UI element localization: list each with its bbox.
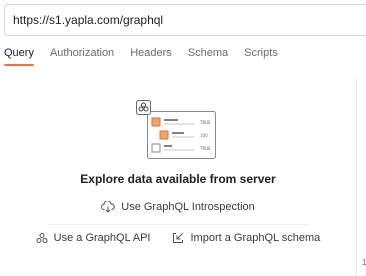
tab-authorization-label: Authorization [49, 47, 115, 59]
empty-state-actions: Use a GraphQL API Import a GraphQL schem… [0, 232, 356, 244]
use-introspection-button[interactable]: Use GraphQL Introspection [0, 201, 356, 213]
tab-scripts-label: Scripts [244, 47, 278, 59]
tab-query[interactable]: Query [4, 46, 34, 68]
illustration-label-3: TRUE [199, 146, 211, 151]
illustration-label-1: TRUE [199, 120, 211, 125]
divider [47, 224, 309, 225]
illustration-label-2: 100 [200, 133, 208, 138]
cloud-download-icon [101, 201, 116, 213]
tab-headers[interactable]: Headers [130, 46, 172, 68]
request-tabs: Query Authorization Headers Schema Scrip… [0, 46, 366, 68]
tab-authorization[interactable]: Authorization [50, 46, 114, 68]
tab-scripts[interactable]: Scripts [244, 46, 278, 68]
import-graphql-schema-label: Import a GraphQL schema [190, 232, 321, 244]
use-graphql-api-button[interactable]: Use a GraphQL API [36, 232, 151, 244]
tab-schema[interactable]: Schema [188, 46, 228, 68]
import-icon [172, 232, 184, 244]
tab-headers-label: Headers [130, 47, 172, 59]
import-graphql-schema-button[interactable]: Import a GraphQL schema [172, 232, 320, 244]
use-introspection-label: Use GraphQL Introspection [121, 201, 255, 213]
tab-query-label: Query [4, 47, 34, 59]
tab-schema-label: Schema [187, 47, 229, 59]
side-panel-marker: 1 [362, 258, 366, 267]
panel-divider [356, 78, 357, 276]
use-graphql-api-label: Use a GraphQL API [53, 232, 151, 244]
url-input[interactable]: https://s1.yapla.com/graphql [4, 4, 366, 36]
url-input-value: https://s1.yapla.com/graphql [13, 13, 164, 27]
graphql-query-illustration-icon: TRUE 100 TRUE [136, 100, 218, 162]
empty-state-heading: Explore data available from server [80, 172, 276, 186]
graphql-icon [36, 232, 48, 244]
